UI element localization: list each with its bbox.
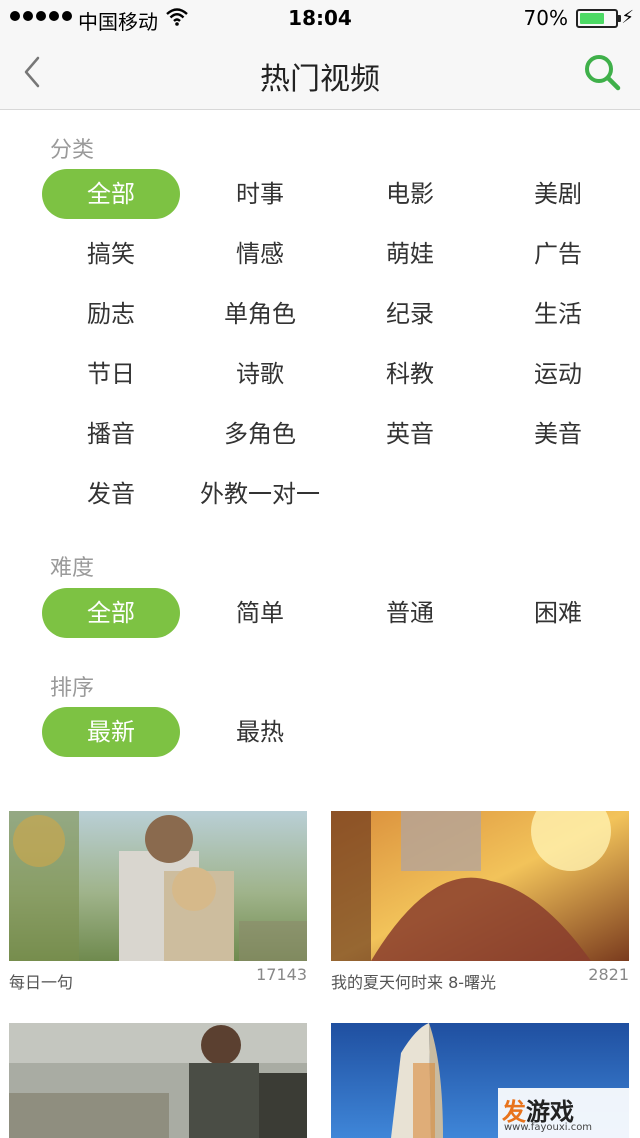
filter-option-category[interactable]: 多角色 [191, 409, 329, 459]
filter-option-category[interactable]: 全部 [42, 169, 180, 219]
video-thumbnail[interactable] [9, 811, 307, 961]
status-bar: 中国移动 18:04 70% ⚡ [0, 0, 640, 36]
watermark-url: www.fayouxi.com [504, 1122, 593, 1133]
video-card[interactable]: 每日一句 17143 [9, 811, 307, 992]
video-title: 我的夏天何时来 8-曙光 [331, 973, 497, 992]
filter-option-category[interactable]: 电影 [341, 169, 479, 219]
filter-option-category[interactable]: 播音 [42, 409, 180, 459]
filter-option-category[interactable]: 时事 [191, 169, 329, 219]
video-view-count: 17143 [256, 965, 307, 984]
filter-option-category[interactable]: 单角色 [191, 289, 329, 339]
filter-option-category[interactable]: 节日 [42, 349, 180, 399]
filter-option-category[interactable]: 纪录 [341, 289, 479, 339]
filter-option-difficulty[interactable]: 全部 [42, 588, 180, 638]
difficulty-section-label: 难度 [50, 556, 95, 581]
nav-bar: 热门视频 [0, 36, 640, 110]
filter-option-category[interactable]: 情感 [191, 229, 329, 279]
page-title: 热门视频 [260, 62, 380, 97]
filter-option-category[interactable]: 广告 [489, 229, 627, 279]
video-thumbnail[interactable] [9, 1023, 307, 1138]
charging-icon: ⚡ [621, 7, 634, 28]
filter-option-category[interactable]: 美剧 [489, 169, 627, 219]
video-card[interactable]: 我的夏天何时来 8-曙光 2821 [331, 811, 629, 992]
filter-option-category[interactable]: 励志 [42, 289, 180, 339]
battery-percentage: 70% [523, 6, 568, 30]
video-card[interactable] [9, 1023, 307, 1138]
filter-option-sort[interactable]: 最热 [191, 707, 329, 757]
filter-option-category[interactable]: 运动 [489, 349, 627, 399]
filter-option-category[interactable]: 搞笑 [42, 229, 180, 279]
filter-option-difficulty[interactable]: 普通 [341, 588, 479, 638]
filter-option-difficulty[interactable]: 简单 [191, 588, 329, 638]
filter-option-category[interactable]: 美音 [489, 409, 627, 459]
filter-option-category[interactable]: 科教 [341, 349, 479, 399]
filter-option-category[interactable]: 英音 [341, 409, 479, 459]
video-title: 每日一句 [9, 973, 74, 992]
search-icon[interactable] [582, 52, 622, 92]
battery-icon [576, 9, 621, 28]
video-thumbnail[interactable] [331, 811, 629, 961]
filter-option-difficulty[interactable]: 困难 [489, 588, 627, 638]
site-watermark: 发游戏 www.fayouxi.com [498, 1088, 640, 1138]
filter-option-sort[interactable]: 最新 [42, 707, 180, 757]
filter-option-category[interactable]: 萌娃 [341, 229, 479, 279]
category-section-label: 分类 [50, 138, 95, 163]
video-view-count: 2821 [588, 965, 629, 984]
sort-section-label: 排序 [50, 676, 95, 701]
filter-option-category[interactable]: 生活 [489, 289, 627, 339]
filter-option-category[interactable]: 发音 [42, 469, 180, 519]
filter-option-category[interactable]: 外教一对一 [191, 469, 329, 519]
filter-option-category[interactable]: 诗歌 [191, 349, 329, 399]
